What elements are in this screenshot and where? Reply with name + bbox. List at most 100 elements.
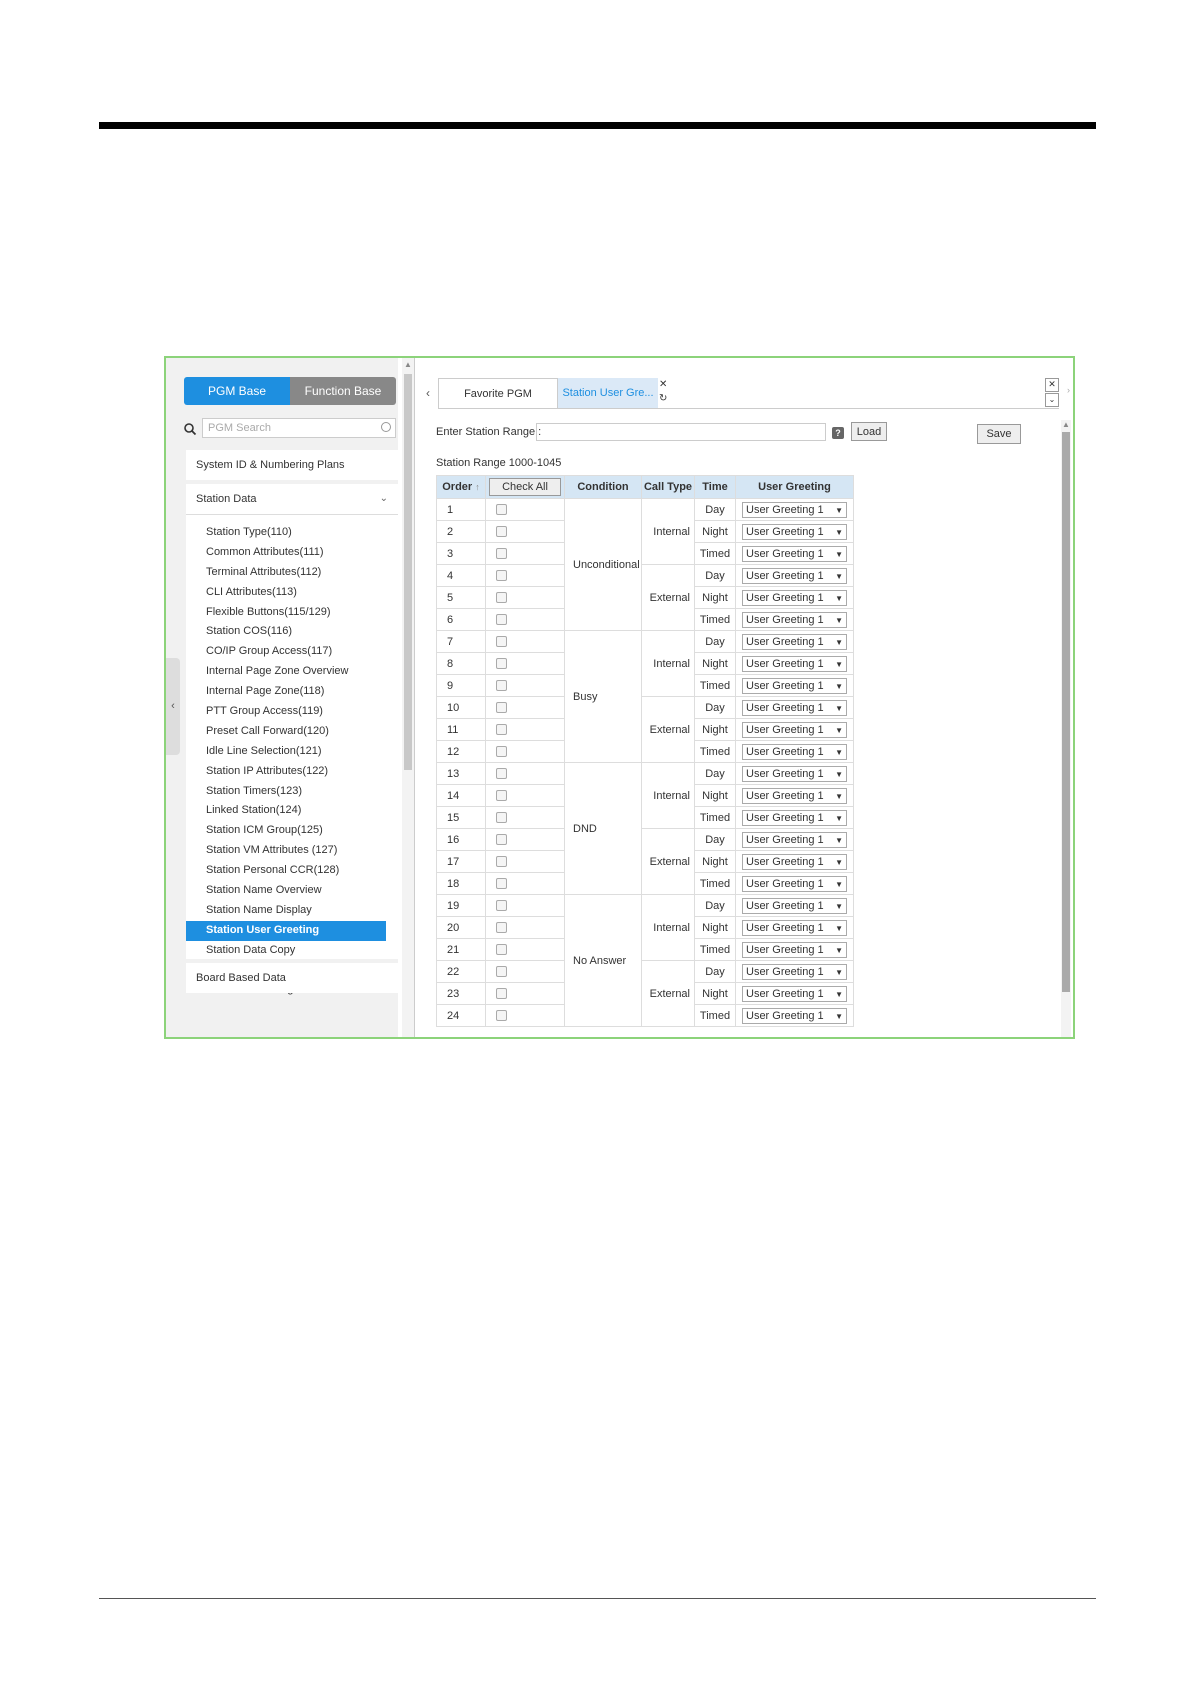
user-greeting-select[interactable]: User Greeting 1 ▼ <box>742 501 847 518</box>
row-checkbox[interactable] <box>496 570 507 581</box>
row-checkbox[interactable] <box>496 680 507 691</box>
sidebar-item[interactable]: Common Attributes(111) <box>186 543 398 563</box>
row-checkbox[interactable] <box>496 1010 507 1021</box>
chevron-right-icon[interactable]: › <box>1067 385 1070 395</box>
sidebar-item[interactable]: Station Data Copy <box>186 941 398 961</box>
tab-station-user-greeting[interactable]: Station User Gre... <box>558 378 658 408</box>
user-greeting-select[interactable]: User Greeting 1 ▼ <box>742 523 847 540</box>
collapse-panel-handle[interactable]: ‹ <box>166 658 180 755</box>
row-checkbox[interactable] <box>496 790 507 801</box>
sidebar-item[interactable]: Idle Line Selection(121) <box>186 742 398 762</box>
sidebar-item[interactable]: Preset Call Forward(120) <box>186 722 398 742</box>
row-checkbox[interactable] <box>496 526 507 537</box>
sidebar-item[interactable]: Station Name Overview <box>186 881 398 901</box>
user-greeting-select[interactable]: User Greeting 1 ▼ <box>742 655 847 672</box>
user-greeting-select[interactable]: User Greeting 1 ▼ <box>742 743 847 760</box>
check-all-button[interactable]: Check All <box>489 478 561 496</box>
help-icon[interactable]: ? <box>832 427 844 439</box>
user-greeting-select[interactable]: User Greeting 1 ▼ <box>742 545 847 562</box>
row-checkbox[interactable] <box>496 988 507 999</box>
sidebar-item[interactable]: Internal Page Zone(118) <box>186 682 398 702</box>
row-checkbox[interactable] <box>496 658 507 669</box>
sidebar-item[interactable]: CO/IP Group Access(117) <box>186 642 398 662</box>
tab-pgm-base[interactable]: PGM Base <box>184 377 290 405</box>
tab-function-base[interactable]: Function Base <box>290 377 396 405</box>
user-greeting-select[interactable]: User Greeting 1 ▼ <box>742 699 847 716</box>
row-checkbox[interactable] <box>496 856 507 867</box>
sidebar-item[interactable]: Station Personal CCR(128) <box>186 861 398 881</box>
user-greeting-select[interactable]: User Greeting 1 ▼ <box>742 633 847 650</box>
user-greeting-select[interactable]: User Greeting 1 ▼ <box>742 875 847 892</box>
tab-favorite-pgm[interactable]: Favorite PGM <box>438 378 558 408</box>
user-greeting-select[interactable]: User Greeting 1 ▼ <box>742 985 847 1002</box>
close-icon[interactable]: ✕ <box>1045 378 1059 392</box>
search-icon[interactable] <box>183 422 197 436</box>
sidebar-item[interactable]: Station COS(116) <box>186 622 398 642</box>
user-greeting-select[interactable]: User Greeting 1 ▼ <box>742 787 847 804</box>
row-checkbox[interactable] <box>496 702 507 713</box>
station-range-input[interactable] <box>536 423 826 441</box>
user-greeting-select[interactable]: User Greeting 1 ▼ <box>742 567 847 584</box>
row-checkbox[interactable] <box>496 548 507 559</box>
sidebar-item[interactable]: Terminal Attributes(112) <box>186 563 398 583</box>
user-greeting-select[interactable]: User Greeting 1 ▼ <box>742 1007 847 1024</box>
sidebar-item[interactable]: Station VM Attributes (127) <box>186 841 398 861</box>
row-checkbox[interactable] <box>496 746 507 757</box>
user-greeting-select[interactable]: User Greeting 1 ▼ <box>742 809 847 826</box>
sidebar-item[interactable]: Flexible Buttons(115/129) <box>186 603 398 623</box>
sidebar-item[interactable]: Linked Station(124) <box>186 801 398 821</box>
row-checkbox[interactable] <box>496 614 507 625</box>
user-greeting-select[interactable]: User Greeting 1 ▼ <box>742 611 847 628</box>
row-checkbox[interactable] <box>496 636 507 647</box>
sidebar-item[interactable]: Station Type(110) <box>186 523 398 543</box>
scroll-up-icon[interactable]: ▲ <box>1062 420 1070 429</box>
user-greeting-select[interactable]: User Greeting 1 ▼ <box>742 963 847 980</box>
save-button[interactable]: Save <box>977 424 1021 444</box>
row-checkbox[interactable] <box>496 944 507 955</box>
nav-section-board[interactable]: Board Based Data <box>186 963 398 993</box>
order-column-header[interactable]: Order ↑ <box>436 475 486 499</box>
chevron-left-icon[interactable]: ‹ <box>426 386 430 400</box>
row-checkbox[interactable] <box>496 592 507 603</box>
user-greeting-select[interactable]: User Greeting 1 ▼ <box>742 721 847 738</box>
sidebar-item[interactable]: PTT Group Access(119) <box>186 702 398 722</box>
row-checkbox[interactable] <box>496 812 507 823</box>
sidebar-item[interactable]: Station IP Attributes(122) <box>186 762 398 782</box>
user-greeting-select[interactable]: User Greeting 1 ▼ <box>742 589 847 606</box>
user-greeting-select[interactable]: User Greeting 1 ▼ <box>742 765 847 782</box>
sidebar-item[interactable]: Station Name Display <box>186 901 398 921</box>
row-checkbox[interactable] <box>496 834 507 845</box>
user-greeting-select[interactable]: User Greeting 1 ▼ <box>742 831 847 848</box>
user-greeting-select[interactable]: User Greeting 1 ▼ <box>742 677 847 694</box>
row-checkbox[interactable] <box>496 900 507 911</box>
user-greeting-select[interactable]: User Greeting 1 ▼ <box>742 897 847 914</box>
sidebar-item[interactable]: Internal Page Zone Overview <box>186 662 398 682</box>
refresh-icon[interactable]: ↻ <box>659 393 667 404</box>
sidebar-item[interactable]: CLI Attributes(113) <box>186 583 398 603</box>
load-button[interactable]: Load <box>851 422 887 441</box>
row-checkbox[interactable] <box>496 922 507 933</box>
user-greeting-select[interactable]: User Greeting 1 ▼ <box>742 941 847 958</box>
scroll-thumb[interactable] <box>1062 432 1070 992</box>
clear-search-icon[interactable] <box>381 422 391 432</box>
row-checkbox[interactable] <box>496 966 507 977</box>
row-checkbox[interactable] <box>496 878 507 889</box>
station-data-header[interactable]: Station Data ⌄ <box>186 484 398 515</box>
sort-ascending-icon[interactable]: ↑ <box>475 482 480 492</box>
pgm-search-input[interactable]: PGM Search <box>202 418 396 438</box>
user-greeting-select[interactable]: User Greeting 1 ▼ <box>742 919 847 936</box>
sidebar-item[interactable]: Station User Greeting <box>186 920 386 941</box>
chevron-down-icon[interactable]: ⌄ <box>1045 393 1059 407</box>
sidebar-item[interactable]: Station Timers(123) <box>186 782 398 802</box>
nav-section-system[interactable]: System ID & Numbering Plans <box>186 450 398 480</box>
scroll-thumb[interactable] <box>404 374 412 770</box>
left-scrollbar[interactable]: ▲ <box>402 358 414 1037</box>
row-checkbox[interactable] <box>496 504 507 515</box>
close-tab-icon[interactable]: ✕ <box>659 379 667 390</box>
row-checkbox[interactable] <box>496 724 507 735</box>
user-greeting-select[interactable]: User Greeting 1 ▼ <box>742 853 847 870</box>
sidebar-item[interactable]: Station ICM Group(125) <box>186 821 398 841</box>
row-checkbox[interactable] <box>496 768 507 779</box>
right-scrollbar[interactable]: ▲ <box>1061 420 1071 1037</box>
scroll-up-icon[interactable]: ▲ <box>404 360 412 369</box>
